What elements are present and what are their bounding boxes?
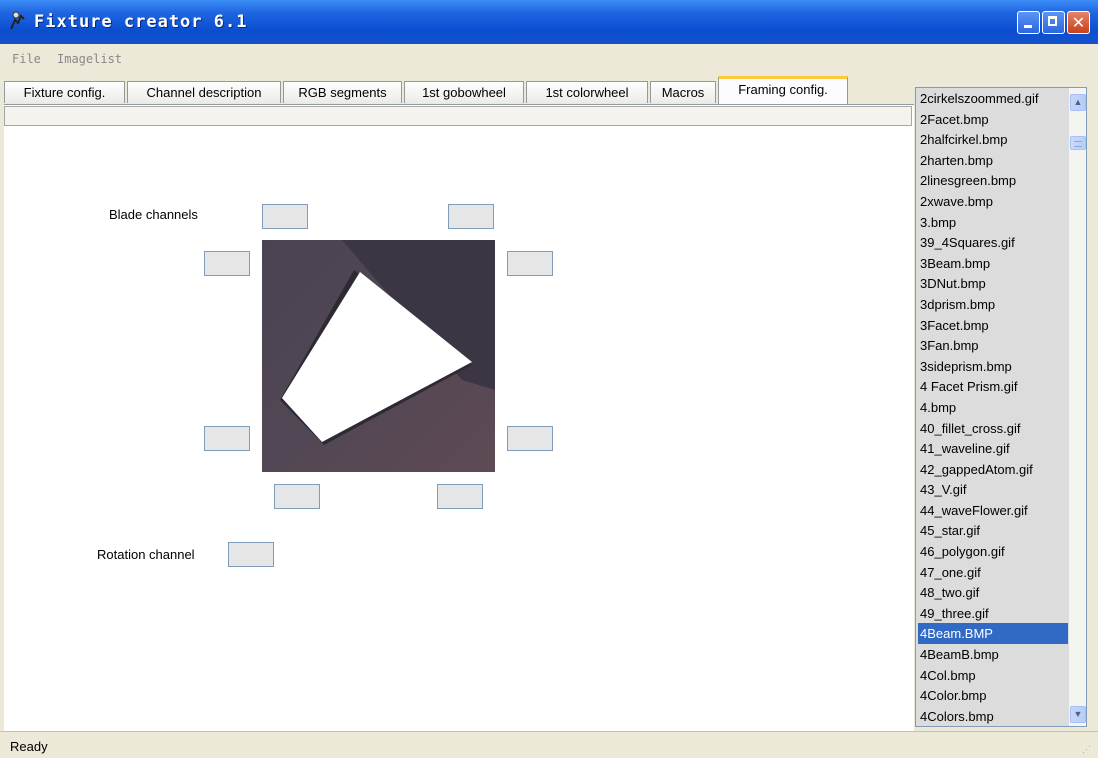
tab-channel-description[interactable]: Channel description bbox=[127, 81, 281, 103]
close-icon: ✕ bbox=[1071, 13, 1086, 32]
menu-file[interactable]: File bbox=[12, 52, 41, 66]
list-item[interactable]: 4Colors.bmp bbox=[918, 706, 1068, 726]
list-item[interactable]: 43_V.gif bbox=[918, 479, 1068, 500]
list-item[interactable]: 4 Facet Prism.gif bbox=[918, 376, 1068, 397]
list-item[interactable]: 39_4Squares.gif bbox=[918, 232, 1068, 253]
list-item[interactable]: 41_waveline.gif bbox=[918, 438, 1068, 459]
list-item[interactable]: 46_polygon.gif bbox=[918, 541, 1068, 562]
list-item[interactable]: 2xwave.bmp bbox=[918, 191, 1068, 212]
list-item[interactable]: 4BeamB.bmp bbox=[918, 644, 1068, 665]
menu-imagelist[interactable]: Imagelist bbox=[57, 52, 122, 66]
status-bar: Ready ⋰ bbox=[0, 731, 1098, 758]
list-item[interactable]: 47_one.gif bbox=[918, 562, 1068, 583]
scroll-up-icon[interactable]: ▲ bbox=[1070, 94, 1086, 111]
list-item[interactable]: 42_gappedAtom.gif bbox=[918, 459, 1068, 480]
list-item[interactable]: 4.bmp bbox=[918, 397, 1068, 418]
list-item[interactable]: 48_two.gif bbox=[918, 582, 1068, 603]
list-item[interactable]: 3DNut.bmp bbox=[918, 273, 1068, 294]
list-item[interactable]: 3.bmp bbox=[918, 212, 1068, 233]
resize-grip-icon[interactable]: ⋰ bbox=[1082, 744, 1092, 754]
list-item[interactable]: 3sideprism.bmp bbox=[918, 356, 1068, 377]
list-item[interactable]: 3Facet.bmp bbox=[918, 315, 1068, 336]
scroll-thumb[interactable] bbox=[1070, 136, 1086, 150]
blade-channel-bottom-right[interactable] bbox=[437, 484, 483, 509]
scroll-down-icon[interactable]: ▼ bbox=[1070, 706, 1086, 723]
list-item[interactable]: 3Beam.bmp bbox=[918, 253, 1068, 274]
list-item[interactable]: 3dprism.bmp bbox=[918, 294, 1068, 315]
close-button[interactable]: ✕ bbox=[1067, 11, 1090, 34]
minimize-button[interactable] bbox=[1017, 11, 1040, 34]
panel-header-strip bbox=[4, 106, 912, 126]
tab-strip: Fixture config. Channel description RGB … bbox=[4, 72, 912, 105]
blade-channel-right-bottom[interactable] bbox=[507, 426, 553, 451]
menu-bar: File Imagelist bbox=[0, 44, 1098, 72]
list-item[interactable]: 45_star.gif bbox=[918, 520, 1068, 541]
blade-channel-top-left[interactable] bbox=[262, 204, 308, 229]
blade-channel-right-top[interactable] bbox=[507, 251, 553, 276]
framing-preview-image bbox=[262, 240, 495, 472]
list-item[interactable]: 4Color.bmp bbox=[918, 685, 1068, 706]
tab-1st-colorwheel[interactable]: 1st colorwheel bbox=[526, 81, 648, 103]
tab-rgb-segments[interactable]: RGB segments bbox=[283, 81, 402, 103]
list-item[interactable]: 2Facet.bmp bbox=[918, 109, 1068, 130]
blade-channels-label: Blade channels bbox=[109, 207, 198, 222]
tab-macros[interactable]: Macros bbox=[650, 81, 716, 103]
tab-framing-config[interactable]: Framing config. bbox=[718, 76, 848, 104]
list-item[interactable]: 40_fillet_cross.gif bbox=[918, 418, 1068, 439]
list-scrollbar[interactable]: ▲ ▼ bbox=[1069, 88, 1086, 726]
window-title: Fixture creator 6.1 bbox=[34, 12, 248, 32]
list-item[interactable]: 49_three.gif bbox=[918, 603, 1068, 624]
list-item[interactable]: 2halfcirkel.bmp bbox=[918, 129, 1068, 150]
fixture-app-icon[interactable] bbox=[8, 11, 26, 31]
blade-channel-bottom-left[interactable] bbox=[274, 484, 320, 509]
list-item[interactable]: 2linesgreen.bmp bbox=[918, 170, 1068, 191]
blade-channel-left-bottom[interactable] bbox=[204, 426, 250, 451]
image-list: 2cirkelszoommed.gif 2Facet.bmp 2halfcirk… bbox=[918, 88, 1068, 726]
rotation-channel-label: Rotation channel bbox=[97, 547, 195, 562]
tab-fixture-config[interactable]: Fixture config. bbox=[4, 81, 125, 103]
status-text: Ready bbox=[10, 739, 48, 754]
list-item[interactable]: 2cirkelszoommed.gif bbox=[918, 88, 1068, 109]
image-listbox[interactable]: 2cirkelszoommed.gif 2Facet.bmp 2halfcirk… bbox=[915, 87, 1087, 727]
list-item[interactable]: 2harten.bmp bbox=[918, 150, 1068, 171]
blade-channel-top-right[interactable] bbox=[448, 204, 494, 229]
rotation-channel-field[interactable] bbox=[228, 542, 274, 567]
list-item[interactable]: 4Col.bmp bbox=[918, 665, 1068, 686]
title-bar[interactable]: Fixture creator 6.1 ✕ bbox=[0, 0, 1098, 44]
list-item-selected[interactable]: 4Beam.BMP bbox=[918, 623, 1068, 645]
list-item[interactable]: 44_waveFlower.gif bbox=[918, 500, 1068, 521]
list-item[interactable]: 3Fan.bmp bbox=[918, 335, 1068, 356]
tab-1st-gobowheel[interactable]: 1st gobowheel bbox=[404, 81, 524, 103]
blade-channel-left-top[interactable] bbox=[204, 251, 250, 276]
maximize-button[interactable] bbox=[1042, 11, 1065, 34]
